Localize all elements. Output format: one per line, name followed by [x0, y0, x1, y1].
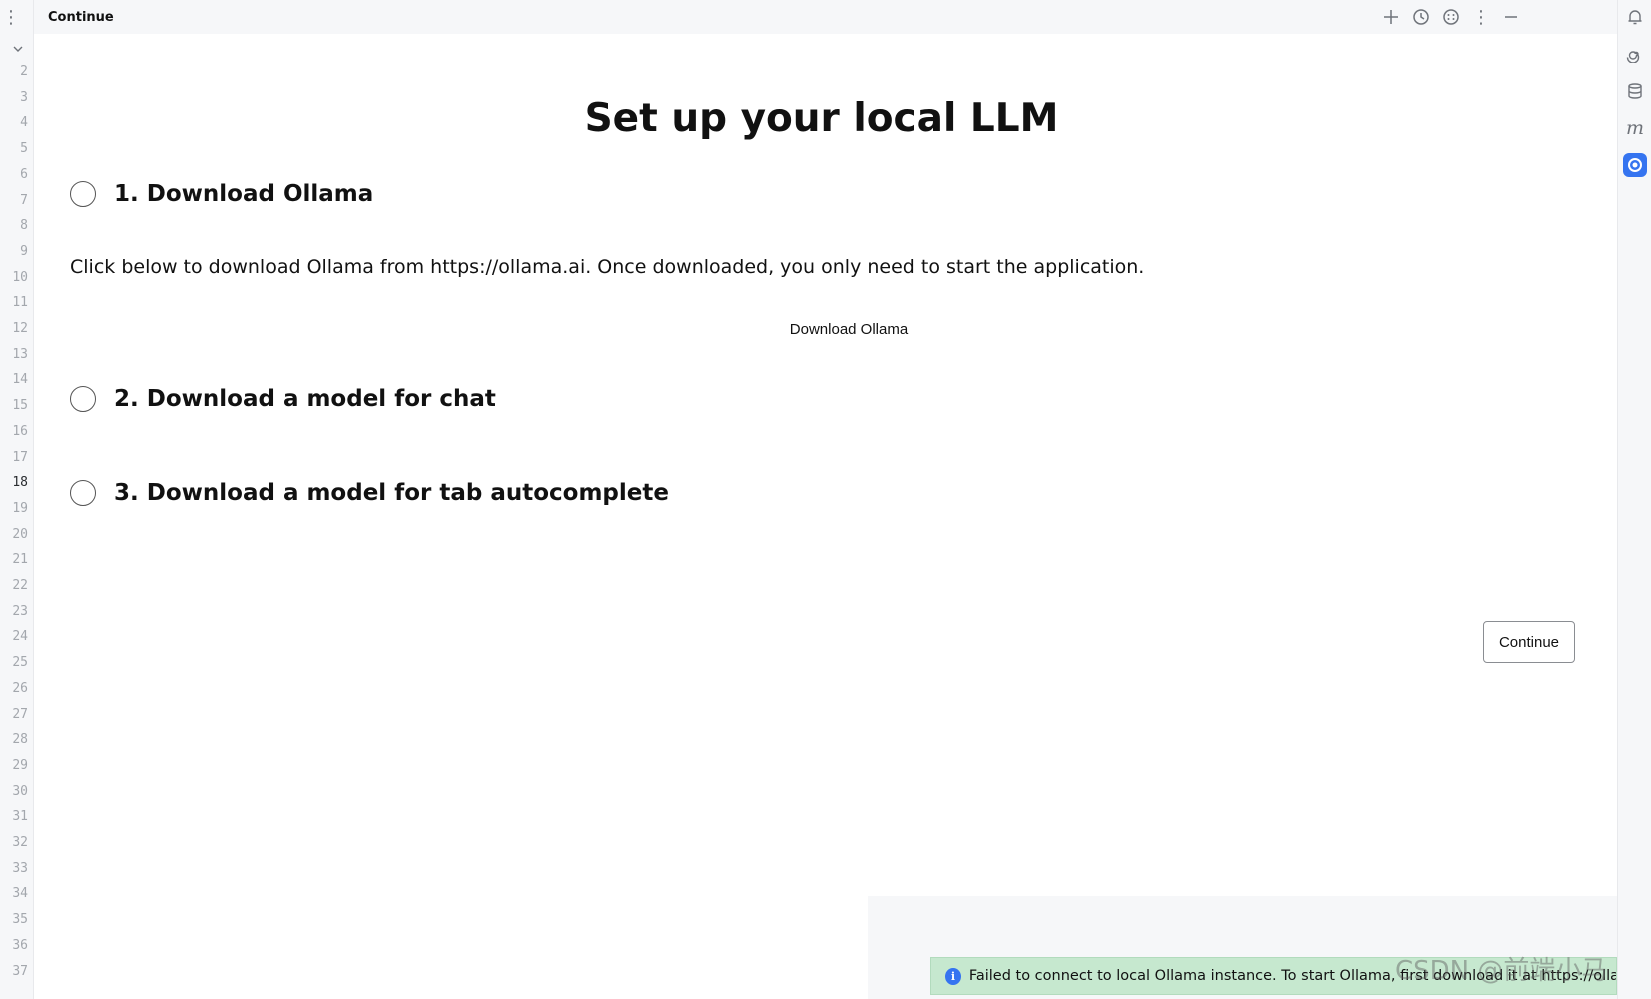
line-number: 10 [12, 269, 28, 285]
info-icon: i [945, 967, 961, 985]
line-number: 12 [12, 321, 28, 336]
step-status-circle [70, 181, 96, 207]
line-number: 37 [12, 963, 28, 979]
continue-button[interactable]: Continue [1483, 621, 1575, 663]
step-label: 1. Download Ollama [114, 181, 374, 207]
line-number: 14 [12, 372, 28, 388]
line-number: 13 [12, 346, 28, 362]
line-number: 36 [12, 937, 28, 953]
line-number: 26 [12, 680, 28, 696]
line-number: 21 [12, 552, 28, 568]
line-number: 2 [20, 64, 28, 79]
line-number: 5 [20, 141, 28, 157]
editor-gutter: ⋮ 2 3 4 5 6 7 8 9 10 11 12 13 14 15 16 17 18 19 20 21 22 23 24… [0, 0, 34, 999]
m-icon[interactable]: m [1623, 116, 1647, 140]
line-number: 11 [12, 295, 28, 311]
line-number: 25 [12, 655, 28, 671]
step-description: Click below to download Ollama from http… [70, 256, 1145, 278]
line-number: 30 [12, 783, 28, 799]
line-number: 27 [12, 706, 28, 722]
line-number: 16 [12, 423, 28, 439]
download-ollama-button[interactable]: Download Ollama [734, 317, 964, 341]
continue-icon[interactable] [1623, 153, 1647, 177]
line-number: 3 [20, 89, 28, 105]
bell-icon[interactable] [1623, 5, 1647, 29]
line-number: 20 [12, 526, 28, 542]
step-download-autocomplete-model: 3. Download a model for tab autocomplete [70, 480, 669, 506]
line-number: 29 [12, 757, 28, 773]
right-tool-strip: m [1617, 0, 1651, 999]
page-title: Set up your local LLM [584, 96, 1059, 141]
tool-window-title: Continue [48, 10, 114, 25]
line-number: 15 [12, 398, 28, 414]
line-number: 18 [12, 475, 28, 491]
onboarding-panel: Set up your local LLM 1. Download Ollama… [34, 34, 1617, 999]
step-status-circle [70, 386, 96, 412]
line-number: 31 [12, 809, 28, 825]
line-number: 28 [12, 732, 28, 748]
minimize-icon[interactable] [1499, 5, 1523, 29]
history-icon[interactable] [1409, 5, 1433, 29]
more-vertical-icon[interactable]: ⋮ [1469, 5, 1493, 29]
step-label: 3. Download a model for tab autocomplete [114, 480, 669, 506]
tool-window-header: Continue ⋮ [34, 0, 1617, 34]
line-number: 34 [12, 886, 28, 902]
database-icon[interactable] [1623, 79, 1647, 103]
step-download-ollama: 1. Download Ollama [70, 181, 373, 207]
line-number: 6 [20, 166, 28, 182]
watermark: CSDN @前端小马 [1395, 956, 1608, 986]
line-number: 4 [20, 115, 28, 131]
line-number: 17 [12, 449, 28, 465]
line-number: 8 [20, 218, 28, 234]
line-number: 19 [12, 500, 28, 516]
plus-icon[interactable] [1379, 5, 1403, 29]
line-number: 24 [12, 629, 28, 645]
spiral-icon[interactable] [1623, 42, 1647, 66]
line-number: 22 [12, 578, 28, 593]
step-label: 2. Download a model for chat [114, 386, 496, 412]
line-number: 23 [12, 603, 28, 619]
line-number: 33 [12, 860, 28, 876]
step-status-circle [70, 480, 96, 506]
step-download-chat-model: 2. Download a model for chat [70, 386, 496, 412]
line-number: 35 [12, 912, 28, 928]
line-number: 32 [12, 835, 28, 850]
line-number: 7 [20, 192, 28, 208]
line-number: 9 [20, 243, 28, 259]
chevron-down-icon[interactable] [11, 42, 25, 56]
more-vertical-icon[interactable]: ⋮ [0, 4, 22, 30]
smiley-icon[interactable] [1439, 5, 1463, 29]
